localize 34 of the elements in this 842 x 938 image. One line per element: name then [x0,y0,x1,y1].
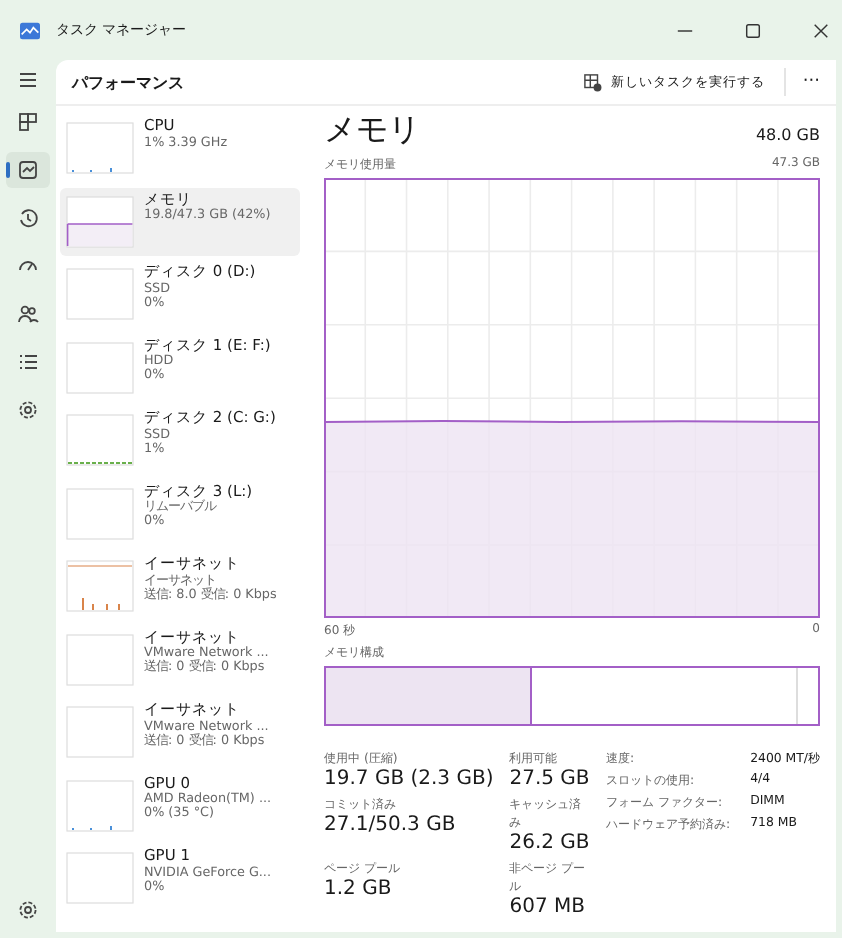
sparkline-icon [66,852,134,904]
sparkline-icon [66,779,134,831]
sparkline-icon [66,195,134,247]
nav-button[interactable] [6,152,50,188]
gear-icon [16,398,40,422]
stat-value: 607 MB [509,896,587,918]
maximize-icon[interactable] [744,21,762,39]
users-icon [16,302,40,326]
page-title: パフォーマンス [72,71,184,93]
sparkline-icon [66,414,134,466]
stat-value: 26.2 GB [509,832,590,854]
sparkline-icon [66,341,134,393]
sparkline-icon [66,706,134,758]
new-task-icon [584,73,603,91]
sparkline-icon [66,268,134,320]
stat-value: 27.5 GB [509,768,590,790]
grid-icon [16,110,40,134]
sparkline-icon [66,122,134,174]
menu-icon[interactable] [16,68,40,92]
app-icon [20,21,40,39]
more-button[interactable]: ··· [798,72,824,92]
stat-value: 19.7 GB (2.3 GB) [324,768,494,790]
detail-title: メモリ [324,110,420,152]
sparkline-icon [66,487,134,539]
settings-icon[interactable] [16,898,40,922]
list-icon [16,350,40,374]
stat-value: 1.2 GB [324,878,394,900]
total-memory: 48.0 GB [755,126,820,144]
close-icon[interactable] [812,21,830,39]
sparkline-icon [66,633,134,685]
stat-value: 27.1/50.3 GB [324,814,458,836]
history-icon [16,206,40,230]
sparkline-icon [66,560,134,612]
chart-icon [16,158,40,182]
